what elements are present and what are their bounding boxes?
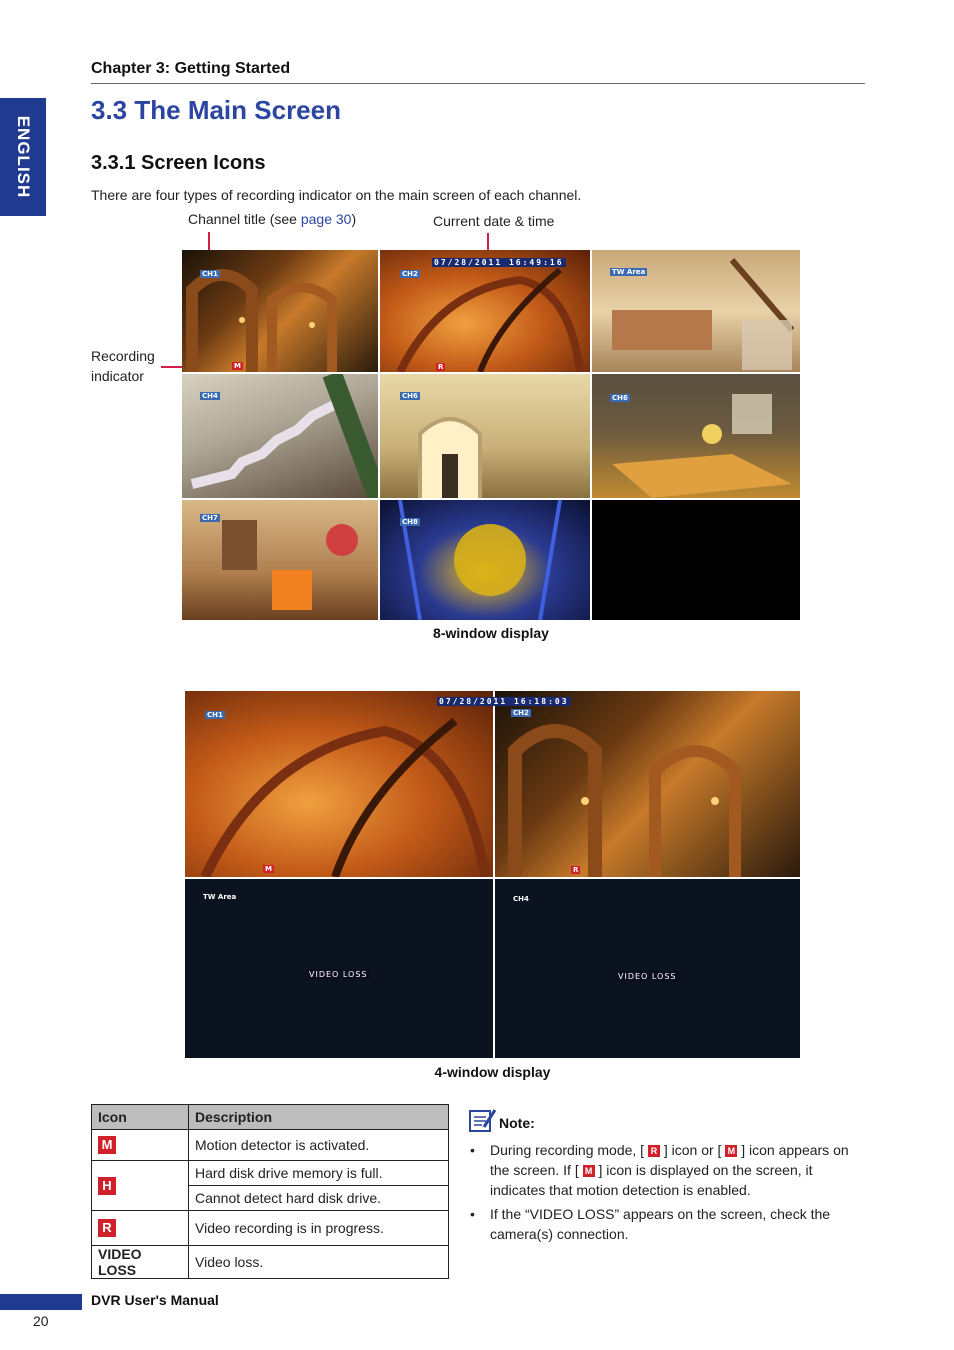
table-row: VIDEO LOSS Video loss. [91,1245,449,1279]
icon-cell: H [91,1160,189,1211]
camera-cell-ch2[interactable]: CH2 R [495,691,800,877]
camera-cell-ch1[interactable]: CH1 M [182,250,378,372]
channel-label: CH7 [200,514,220,522]
channel-label: CH2 [400,270,420,278]
four-window-display: CH1 M CH2 R 07/28/2011 16:18:03 TW Area … [185,691,800,1058]
column-header-icon: Icon [91,1104,189,1130]
channel-label: CH1 [205,711,225,719]
icon-cell: R [91,1210,189,1246]
recording-indicator: M [232,362,243,370]
recording-indicator: M [263,865,274,873]
recording-indicator: R [436,363,446,371]
note-title: Note: [499,1115,535,1131]
channel-label: CH8 [400,518,420,526]
camera-cell-ch5[interactable]: CH6 [380,374,590,498]
description-cell: Video loss. [188,1245,449,1279]
description-cell: Video recording is in progress. [188,1210,449,1246]
hdd-icon: H [98,1176,116,1195]
channel-title-callout: Channel title (see page 30) [188,211,356,227]
recording-indicator-callout: Recording indicator [91,346,155,386]
arcade-scene [186,269,337,372]
channel-label: CH2 [511,709,531,717]
video-loss-status: VIDEO LOSS [615,971,680,982]
date-time-overlay: 07/28/2011 16:49:16 [432,258,566,267]
note-text: During recording mode, [ [490,1142,645,1158]
channel-label: TW Area [610,268,648,276]
note-text: If the “VIDEO LOSS” appears on the scree… [490,1206,831,1242]
callout-text: ) [351,211,357,227]
record-icon: R [98,1219,116,1237]
spiral-stair-scene [200,717,490,877]
four-window-caption: 4-window display [434,1064,551,1080]
channel-label: CH6 [400,392,420,400]
spiral-stair-scene [396,267,584,372]
note-text: ] icon or [ [663,1142,722,1158]
motion-icon: M [582,1165,595,1178]
description-cell: Motion detector is activated. [188,1129,449,1161]
channel-label: CH4 [513,895,529,903]
empty-cell [592,500,800,620]
camera-cell-ch7[interactable]: CH7 [182,500,378,620]
icon-description-table: Icon Description M Motion detector is ac… [91,1104,449,1279]
note-item: During recording mode, [ R ] icon or [ M… [468,1140,853,1200]
callout-line: Recording [91,348,155,364]
video-loss-status: VIDEO LOSS [306,969,371,980]
camera-cell-ch1[interactable]: CH1 M [185,691,493,877]
callout-text: Channel title (see [188,211,301,227]
camera-cell-ch4[interactable]: CH4 VIDEO LOSS [495,879,800,1058]
language-side-tab: ENGLISH [0,98,46,216]
callout-line: indicator [91,368,144,384]
note-item: If the “VIDEO LOSS” appears on the scree… [468,1204,853,1244]
subsection-title: 3.3.1 Screen Icons [91,152,266,174]
motion-icon: M [98,1136,116,1154]
camera-cell-ch6[interactable]: CH6 [592,374,800,498]
recording-indicator: R [571,866,581,874]
page-link[interactable]: page 30 [301,211,352,227]
header-divider [91,83,865,84]
page-number: 20 [33,1313,49,1329]
channel-label: CH6 [610,394,630,402]
description-cell: Hard disk drive memory is full. [188,1160,449,1186]
footer-title: DVR User's Manual [91,1292,219,1308]
intro-text: There are four types of recording indica… [91,187,582,203]
column-header-description: Description [188,1104,449,1130]
icon-cell: VIDEO LOSS [91,1245,189,1279]
camera-cell-ch8[interactable]: CH8 [380,500,590,620]
table-row: H Hard disk drive memory is full. [91,1160,449,1211]
date-time-callout: Current date & time [433,213,555,229]
record-icon: R [647,1145,660,1158]
table-row: M Motion detector is activated. [91,1129,449,1161]
channel-label: CH4 [200,392,220,400]
side-tab-label: ENGLISH [14,115,33,199]
dining-room-scene [612,394,792,498]
channel-label: TW Area [203,893,237,901]
section-title: 3.3 The Main Screen [91,95,341,125]
camera-cell-ch4[interactable]: CH4 [182,374,378,498]
footer-bar [0,1294,82,1310]
table-header-row: Icon Description [91,1104,449,1130]
camera-cell-ch3[interactable]: TW Area [592,250,800,372]
chapter-header: Chapter 3: Getting Started [91,60,291,77]
note-icon [469,1109,497,1132]
eight-window-display: CH1 M 07/28/2011 16:49:16 CH2 R TW Area … [182,250,800,620]
camera-cell-ch2[interactable]: 07/28/2011 16:49:16 CH2 R [380,250,590,372]
description-cell: Cannot detect hard disk drive. [188,1185,449,1211]
note-list: During recording mode, [ R ] icon or [ M… [468,1140,853,1248]
motion-icon: M [725,1145,738,1158]
icon-cell: M [91,1129,189,1161]
camera-cell-ch3[interactable]: TW Area VIDEO LOSS [185,879,493,1058]
date-time-overlay: 07/28/2011 16:18:03 [437,697,571,706]
table-row: R Video recording is in progress. [91,1210,449,1246]
eight-window-caption: 8-window display [433,625,549,641]
channel-label: CH1 [200,270,220,278]
arcade-scene [508,724,741,877]
